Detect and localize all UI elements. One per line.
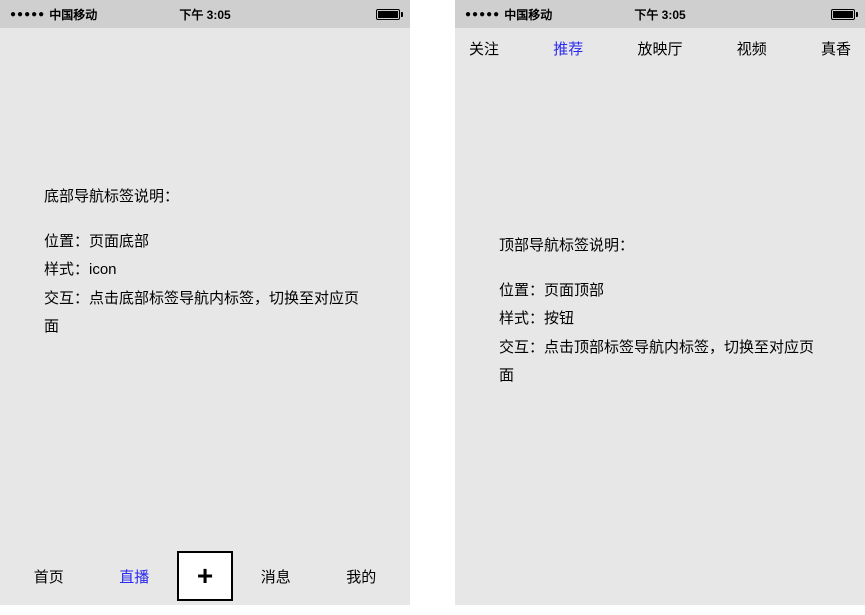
bottom-tab-mine[interactable]: 我的 (319, 566, 405, 587)
bottom-tab-home[interactable]: 首页 (6, 566, 92, 587)
content-area-left: 底部导航标签说明： 位置：页面底部 样式：icon 交互：点击底部标签导航内标签… (0, 28, 410, 547)
phone-right: ●●●●● 中国移动 下午 3:05 关注 推荐 放映厅 视频 真香 顶部导航标… (455, 0, 865, 605)
status-time: 下午 3:05 (179, 6, 230, 23)
description-interaction: 交互：点击底部标签导航内标签，切换至对应页面 (44, 285, 366, 342)
top-tab-bar: 关注 推荐 放映厅 视频 真香 (455, 28, 865, 68)
top-tab-recommend[interactable]: 推荐 (553, 38, 583, 59)
top-tab-zhenxiang[interactable]: 真香 (821, 38, 851, 59)
signal-icon: ●●●●● (465, 9, 500, 20)
battery-icon (831, 9, 855, 20)
status-bar: ●●●●● 中国移动 下午 3:05 (455, 0, 865, 28)
status-bar: ●●●●● 中国移动 下午 3:05 (0, 0, 410, 28)
description-heading: 顶部导航标签说明： (499, 232, 821, 261)
description-style: 样式：icon (44, 256, 366, 285)
phone-left: ●●●●● 中国移动 下午 3:05 底部导航标签说明： 位置：页面底部 样式：… (0, 0, 410, 605)
bottom-tab-live[interactable]: 直播 (92, 566, 178, 587)
battery-icon (376, 9, 400, 20)
description-position: 位置：页面底部 (44, 228, 366, 257)
top-tab-cinema[interactable]: 放映厅 (637, 38, 682, 59)
description-position: 位置：页面顶部 (499, 277, 821, 306)
description-interaction: 交互：点击顶部标签导航内标签，切换至对应页面 (499, 334, 821, 391)
signal-icon: ●●●●● (10, 9, 45, 20)
status-time: 下午 3:05 (634, 6, 685, 23)
description-heading: 底部导航标签说明： (44, 183, 366, 212)
description-style: 样式：按钮 (499, 305, 821, 334)
top-tab-video[interactable]: 视频 (737, 38, 767, 59)
bottom-tab-messages[interactable]: 消息 (233, 566, 319, 587)
carrier-label: 中国移动 (49, 6, 97, 23)
content-area-right: 顶部导航标签说明： 位置：页面顶部 样式：按钮 交互：点击顶部标签导航内标签，切… (455, 68, 865, 605)
bottom-tab-bar: 首页 直播 + 消息 我的 (0, 547, 410, 605)
carrier-label: 中国移动 (504, 6, 552, 23)
bottom-tab-plus-button[interactable]: + (177, 551, 233, 601)
top-tab-follow[interactable]: 关注 (469, 38, 499, 59)
